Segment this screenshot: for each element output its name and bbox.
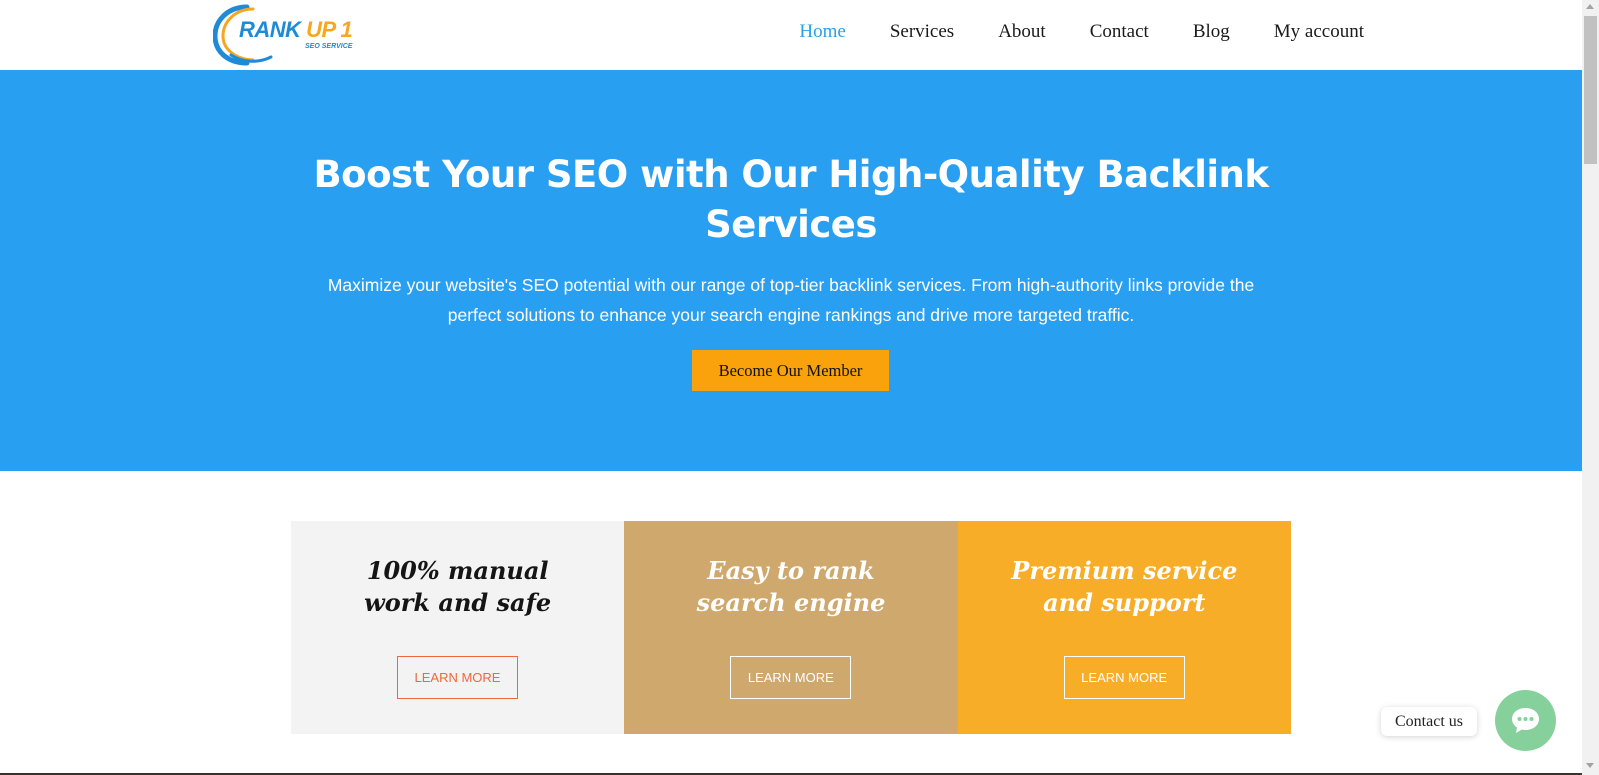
scroll-down-arrow-icon[interactable] bbox=[1586, 763, 1594, 768]
feature-card-manual-work: 100% manual work and safe LEARN MORE bbox=[291, 521, 625, 734]
site-logo[interactable]: RANK UP 1 SEO SERVICE bbox=[213, 3, 363, 67]
hero-description: Maximize your website's SEO potential wi… bbox=[327, 275, 1255, 325]
logo-tagline: SEO SERVICE bbox=[305, 43, 353, 50]
nav-contact[interactable]: Contact bbox=[1090, 20, 1149, 44]
learn-more-button[interactable]: LEARN MORE bbox=[397, 656, 518, 699]
become-member-button[interactable]: Become Our Member bbox=[692, 350, 889, 391]
logo-wordmark: RANK UP 1 bbox=[239, 17, 353, 42]
feature-title: Premium service and support bbox=[1011, 556, 1238, 617]
nav-services[interactable]: Services bbox=[890, 20, 954, 44]
hero-title: Boost Your SEO with Our High-Quality Bac… bbox=[313, 153, 1269, 246]
feature-card-easy-rank: Easy to rank search engine LEARN MORE bbox=[624, 521, 958, 734]
nav-blog[interactable]: Blog bbox=[1193, 20, 1230, 44]
chat-bubble-icon bbox=[1512, 708, 1539, 733]
scroll-thumb[interactable] bbox=[1584, 16, 1597, 164]
learn-more-button[interactable]: LEARN MORE bbox=[730, 656, 852, 699]
page-scrollbar[interactable] bbox=[1582, 0, 1599, 775]
contact-us-label[interactable]: Contact us bbox=[1381, 707, 1477, 736]
nav-about[interactable]: About bbox=[998, 20, 1046, 44]
feature-card-premium-support: Premium service and support LEARN MORE bbox=[957, 521, 1291, 734]
nav-my-account[interactable]: My account bbox=[1274, 20, 1364, 44]
contact-chat-button[interactable] bbox=[1495, 690, 1556, 751]
learn-more-button[interactable]: LEARN MORE bbox=[1063, 656, 1185, 699]
nav-home[interactable]: Home bbox=[799, 20, 845, 44]
hero-section: Boost Your SEO with Our High-Quality Bac… bbox=[0, 70, 1582, 471]
main-nav: Home Services About Contact Blog My acco… bbox=[755, 20, 1364, 44]
features-section: 100% manual work and safe LEARN MORE Eas… bbox=[291, 521, 1291, 734]
site-header: RANK UP 1 SEO SERVICE Home Services Abou… bbox=[0, 0, 1582, 70]
feature-title: 100% manual work and safe bbox=[364, 556, 552, 617]
feature-title: Easy to rank search engine bbox=[696, 556, 886, 617]
scroll-up-arrow-icon[interactable] bbox=[1586, 4, 1594, 9]
